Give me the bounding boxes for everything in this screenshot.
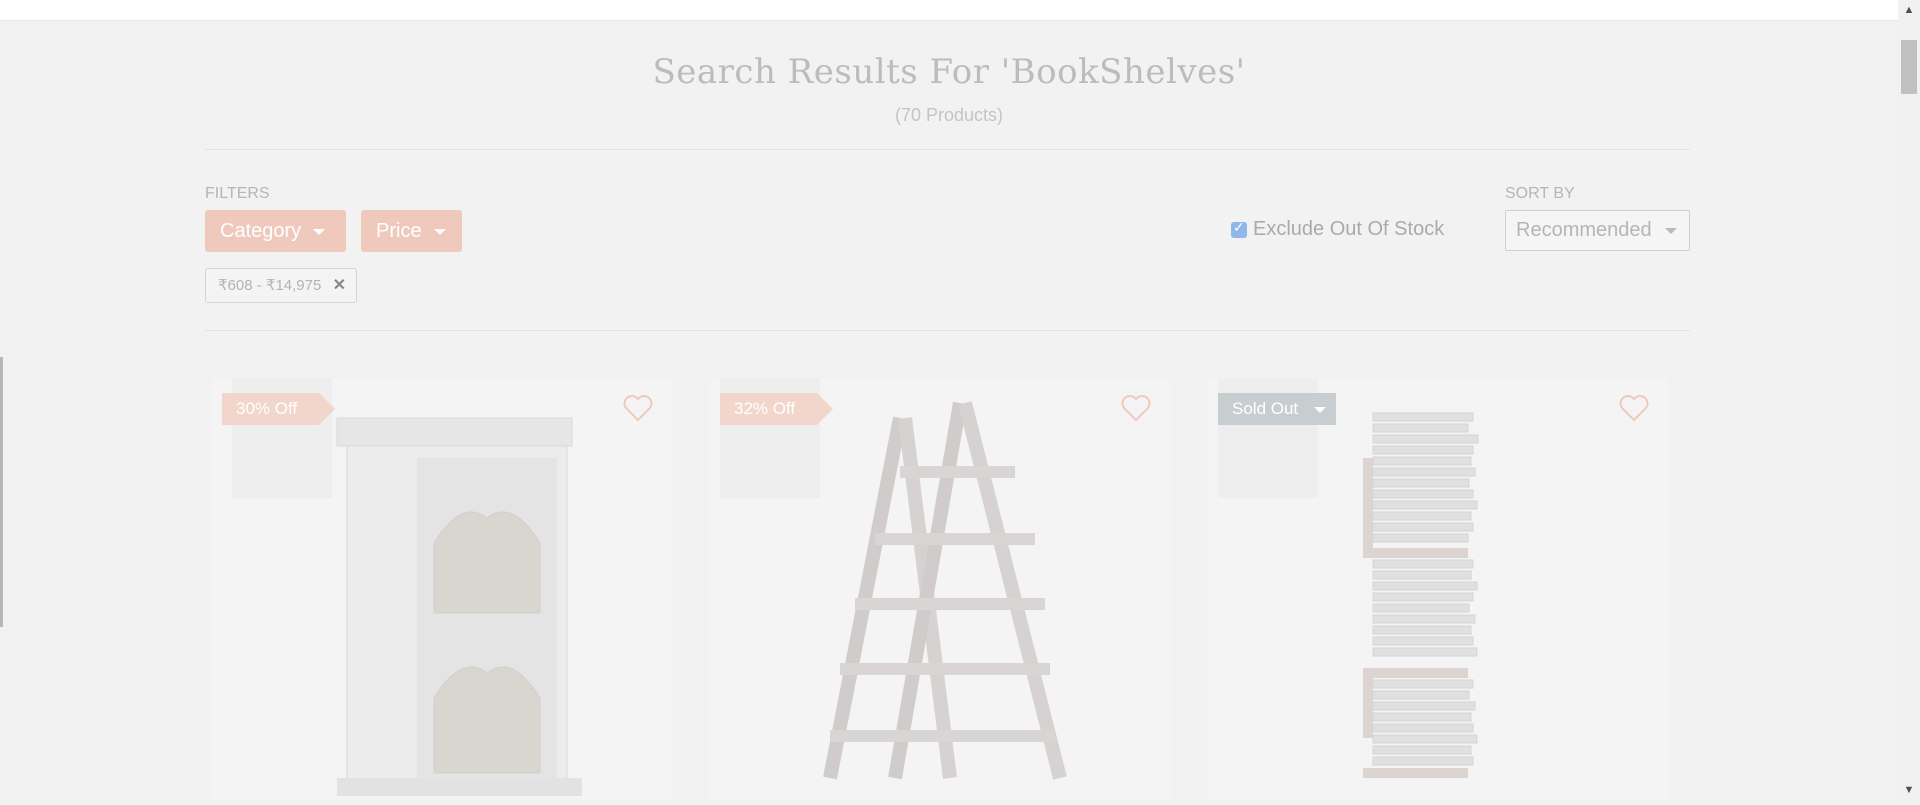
product-image[interactable]	[710, 378, 1170, 800]
discount-badge-label: 32% Off	[734, 399, 796, 418]
chevron-down-icon	[1314, 406, 1327, 413]
chevron-down-icon	[1665, 228, 1677, 234]
sold-out-badge-label: Sold Out	[1232, 399, 1299, 418]
active-filter-chip: ₹608 - ₹14,975 ✕	[205, 268, 357, 303]
side-drawer-edge[interactable]	[0, 357, 3, 627]
white-arched-cabinet-image	[232, 378, 582, 796]
product-card[interactable]: 30% Off	[212, 378, 672, 800]
heart-icon[interactable]	[1618, 392, 1650, 424]
discount-badge: 30% Off	[222, 393, 336, 425]
discount-badge-label: 30% Off	[236, 399, 298, 418]
active-filter-label: ₹608 - ₹14,975	[218, 277, 322, 294]
sort-by-label: SORT BY	[1505, 185, 1575, 202]
top-strip	[0, 0, 1898, 21]
category-filter-label: Category	[220, 220, 302, 242]
chevron-down-icon	[433, 228, 446, 235]
exclude-out-of-stock[interactable]: Exclude Out Of Stock	[1231, 218, 1444, 241]
product-image[interactable]	[1208, 378, 1668, 800]
price-filter-button[interactable]: Price	[361, 210, 462, 252]
page-title: Search Results For 'BookShelves'	[652, 52, 1246, 92]
filters-label: FILTERS	[205, 185, 270, 202]
chevron-down-icon	[313, 228, 326, 235]
category-filter-button[interactable]: Category	[205, 210, 346, 252]
sort-select[interactable]: Recommended	[1505, 210, 1690, 251]
close-icon[interactable]: ✕	[333, 269, 346, 302]
exclude-out-of-stock-checkbox[interactable]	[1231, 219, 1247, 238]
page-scrollbar[interactable]: ▲ ▼	[1898, 0, 1920, 800]
floating-book-tower-image	[1218, 378, 1479, 778]
scroll-up-arrow-icon[interactable]: ▲	[1898, 0, 1920, 20]
discount-badge: 32% Off	[720, 393, 834, 425]
divider	[205, 149, 1690, 150]
product-card[interactable]: Sold Out	[1208, 378, 1668, 800]
exclude-out-of-stock-label[interactable]: Exclude Out Of Stock	[1253, 218, 1444, 241]
price-filter-label: Price	[376, 220, 422, 242]
product-count: (70 Products)	[894, 105, 1004, 125]
heart-icon[interactable]	[1120, 392, 1152, 424]
sort-selected-value: Recommended	[1516, 219, 1652, 241]
heart-icon[interactable]	[622, 392, 654, 424]
scrollbar-thumb[interactable]	[1901, 40, 1917, 94]
divider	[205, 330, 1690, 331]
product-image[interactable]	[212, 378, 672, 800]
scroll-down-arrow-icon[interactable]: ▼	[1898, 780, 1920, 800]
sold-out-badge[interactable]: Sold Out	[1218, 393, 1337, 425]
a-frame-ladder-shelf-image	[720, 378, 1067, 780]
product-card[interactable]: 32% Off	[710, 378, 1170, 800]
